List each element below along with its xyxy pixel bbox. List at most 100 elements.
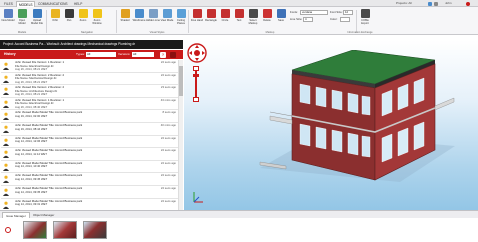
history-row[interactable]: John Viewed Model Model Title: Accord Bu… bbox=[1, 110, 182, 123]
select-markup-button[interactable]: Select Markup bbox=[246, 9, 260, 31]
cobie-export-icon bbox=[360, 9, 370, 18]
hidden-line-button[interactable]: Hidden Line bbox=[146, 9, 160, 31]
user-name[interactable]: John bbox=[445, 1, 452, 6]
shaded-icon bbox=[120, 9, 130, 18]
ribbon-separator bbox=[188, 10, 189, 33]
font-size-select[interactable]: 12 bbox=[343, 10, 353, 15]
zoom-slider-handle[interactable] bbox=[193, 74, 199, 77]
history-help-button[interactable]: ? bbox=[160, 51, 166, 58]
color-picker[interactable] bbox=[340, 17, 350, 22]
issue-thumbnail[interactable] bbox=[23, 221, 47, 239]
ribbon-toolbar: New Model Open Model Upload Model File O… bbox=[0, 7, 478, 35]
history-row[interactable]: John Viewed Model Model Title: Accord Bu… bbox=[1, 123, 182, 136]
user-avatar-icon bbox=[3, 125, 9, 133]
zoom-window-button[interactable]: Zoom Window bbox=[90, 9, 104, 31]
delete-button[interactable]: Delete bbox=[260, 9, 274, 31]
project-worksuit-bar[interactable]: Project: Accord Business Pa... Worksuit:… bbox=[0, 40, 183, 49]
issue-thumbnail[interactable] bbox=[53, 221, 77, 239]
shaded-button[interactable]: Shaded bbox=[118, 9, 132, 31]
history-row-date: Aug 26, 2014, 08:21 WET bbox=[15, 92, 48, 97]
line-size-select[interactable]: 4 bbox=[303, 17, 313, 22]
group-label-visual-styles: Visual Styles bbox=[149, 31, 165, 34]
history-row[interactable]: John Viewed Model Model Title: Accord Bu… bbox=[1, 173, 182, 186]
history-row[interactable]: John Viewed File Version: 2 Revision: 2F… bbox=[1, 85, 182, 98]
ribbon-separator bbox=[116, 10, 117, 33]
fonts-select[interactable]: verdana bbox=[300, 10, 328, 15]
text-button[interactable]: Text bbox=[232, 9, 246, 31]
history-close-icon[interactable] bbox=[170, 51, 176, 58]
cutting-planes-icon bbox=[176, 9, 186, 18]
types-filter-select[interactable]: All bbox=[86, 52, 116, 57]
history-row-time-ago: 22 secs ago bbox=[160, 148, 176, 153]
history-row[interactable]: John Viewed File Version: 2 Revision: 2F… bbox=[1, 73, 182, 86]
orbit-icon bbox=[50, 9, 60, 18]
add-issue-icon[interactable] bbox=[5, 227, 11, 233]
wireframe-icon bbox=[134, 9, 144, 18]
cutting-planes-button[interactable]: Cutting Planes bbox=[174, 9, 188, 31]
history-row[interactable]: John Viewed File Version: 1 Revision: 1F… bbox=[1, 60, 182, 73]
zoom-in-button[interactable] bbox=[193, 66, 199, 71]
view-mode-icon bbox=[162, 9, 172, 18]
history-header: History Types: All Versions: All ? bbox=[0, 50, 183, 59]
issue-thumbnails bbox=[0, 218, 478, 242]
history-row-detail: Aug 14, 2014, 09:35 WET bbox=[15, 189, 48, 194]
building-model[interactable] bbox=[250, 50, 460, 190]
history-row-detail: Aug 14, 2014, 10:40 WET bbox=[15, 164, 48, 169]
orbit-button[interactable]: Orbit bbox=[48, 9, 62, 31]
view-mode-button[interactable]: View Mode bbox=[160, 9, 174, 31]
user-avatar-icon bbox=[3, 188, 9, 196]
cobie-export-button[interactable]: COBie Export bbox=[358, 9, 372, 31]
history-row[interactable]: John Viewed Model Model Title: Accord Bu… bbox=[1, 199, 182, 210]
color-label: Color: bbox=[330, 17, 338, 21]
rectangle-button[interactable]: Rectangle bbox=[204, 9, 218, 31]
group-label-markup: Markup bbox=[265, 31, 275, 34]
free-hand-icon bbox=[192, 9, 202, 18]
settings-icon[interactable] bbox=[434, 1, 438, 6]
hidden-line-icon bbox=[148, 9, 158, 18]
open-model-button[interactable]: Open Model bbox=[15, 9, 29, 31]
zoom-slider-track[interactable] bbox=[195, 66, 197, 100]
history-row-time-ago: 22 secs ago bbox=[160, 198, 176, 203]
scrollbar-thumb[interactable] bbox=[179, 66, 183, 96]
home-icon[interactable] bbox=[428, 1, 432, 6]
save-icon bbox=[276, 9, 286, 18]
history-row[interactable]: John Viewed Model Model Title: Accord Bu… bbox=[1, 148, 182, 161]
notification-icon[interactable] bbox=[466, 1, 470, 6]
bottom-tab-bar: Issue Manager Object Manager bbox=[0, 210, 478, 218]
zoom-out-button[interactable] bbox=[193, 97, 199, 102]
new-model-button[interactable]: New Model bbox=[1, 9, 15, 31]
free-hand-button[interactable]: Free Hand bbox=[190, 9, 204, 31]
history-row-time-ago: 40 mins ago bbox=[160, 122, 176, 127]
history-row-time-ago: 22 secs ago bbox=[160, 185, 176, 190]
user-avatar-icon bbox=[3, 150, 9, 159]
circle-icon bbox=[220, 9, 230, 18]
history-row[interactable]: John Viewed File Version: 1 Revision: 1F… bbox=[1, 98, 182, 111]
user-avatar-icon bbox=[3, 138, 9, 146]
save-button[interactable]: Save bbox=[274, 9, 288, 31]
fonts-label: Fonts: bbox=[290, 10, 298, 14]
text-icon bbox=[234, 9, 244, 18]
user-avatar-icon bbox=[3, 100, 9, 108]
issue-thumbnail[interactable] bbox=[83, 221, 107, 239]
history-row-date: Aug 26, 2014, 08:40 WET bbox=[15, 104, 48, 109]
user-avatar-icon bbox=[3, 175, 9, 184]
history-row-time-ago: 43 mins ago bbox=[160, 97, 176, 102]
project-selector[interactable]: Projects: All bbox=[396, 1, 412, 6]
wireframe-button[interactable]: WireFrame bbox=[132, 9, 146, 31]
history-row[interactable]: John Viewed Model Model Title: Accord Bu… bbox=[1, 186, 182, 199]
history-row-date: Aug 26, 2014, 08:21 WET bbox=[15, 67, 48, 72]
font-size-label: Font Size: bbox=[330, 10, 343, 14]
history-row[interactable]: John Viewed Model Model Title: Accord Bu… bbox=[1, 136, 182, 149]
history-row-detail: Aug 19, 2014, 02:00 WET bbox=[15, 113, 48, 118]
model-viewport[interactable] bbox=[184, 40, 478, 210]
history-row[interactable]: John Viewed Model Model Title: Accord Bu… bbox=[1, 161, 182, 174]
pan-button[interactable]: Pan bbox=[62, 9, 76, 31]
history-scrollbar[interactable] bbox=[178, 60, 183, 210]
circle-button[interactable]: Circle bbox=[218, 9, 232, 31]
upload-model-file-button[interactable]: Upload Model File bbox=[30, 9, 44, 31]
zoom-button[interactable]: Zoom bbox=[76, 9, 90, 31]
history-row-time-ago: 22 secs ago bbox=[160, 60, 176, 64]
navigation-cube-icon[interactable] bbox=[186, 42, 208, 64]
zoom-window-icon bbox=[92, 9, 102, 18]
versions-filter-select[interactable]: All bbox=[132, 52, 154, 57]
